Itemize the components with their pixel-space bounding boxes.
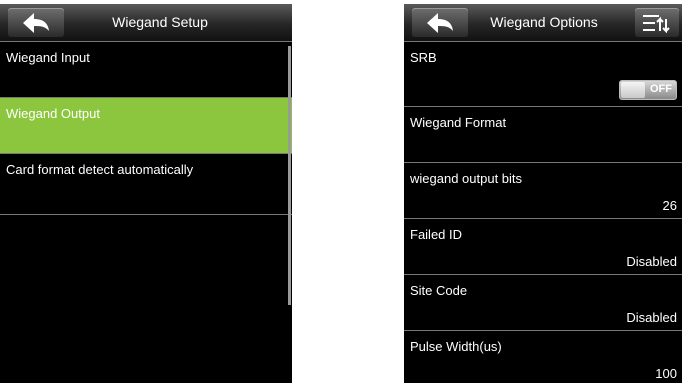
wiegand-options-screen: Wiegand Options SRB OFF Wiegand Format w… (404, 4, 682, 383)
option-value: 100 (655, 366, 677, 381)
menu-item-wiegand-output[interactable]: Wiegand Output (0, 98, 292, 154)
option-row-srb[interactable]: SRB OFF (404, 42, 682, 107)
option-label: Failed ID (410, 227, 463, 242)
page-title: Wiegand Options (490, 14, 598, 30)
menu-item-label: Wiegand Input (6, 50, 90, 65)
option-value: Disabled (626, 254, 677, 269)
option-row-wiegand-format[interactable]: Wiegand Format (404, 107, 682, 163)
option-row-pulse-width[interactable]: Pulse Width(us) 100 (404, 331, 682, 383)
page-title: Wiegand Setup (112, 14, 208, 30)
option-label: SRB (410, 50, 437, 65)
option-label: wiegand output bits (410, 171, 523, 186)
srb-toggle[interactable]: OFF (619, 80, 677, 100)
menu-button[interactable] (635, 8, 679, 37)
option-label: Pulse Width(us) (410, 339, 502, 354)
menu-item-card-format-detect[interactable]: Card format detect automatically (0, 154, 292, 215)
toggle-knob (621, 82, 645, 98)
option-label: Wiegand Format (410, 115, 507, 130)
option-label: Site Code (410, 283, 468, 298)
menu-item-label: Wiegand Output (6, 106, 100, 121)
wiegand-setup-screen: Wiegand Setup Wiegand Input Wiegand Outp… (0, 4, 292, 383)
option-value: Disabled (626, 310, 677, 325)
toggle-state-text: OFF (650, 83, 672, 95)
option-row-site-code[interactable]: Site Code Disabled (404, 275, 682, 331)
header-bar: Wiegand Setup (0, 4, 292, 42)
menu-item-label: Card format detect automatically (6, 162, 194, 177)
back-button[interactable] (8, 8, 64, 37)
option-row-failed-id[interactable]: Failed ID Disabled (404, 219, 682, 275)
back-button[interactable] (412, 8, 468, 37)
menu-item-wiegand-input[interactable]: Wiegand Input (0, 42, 292, 98)
sort-menu-icon (643, 15, 670, 33)
back-arrow-icon (23, 13, 49, 33)
scrollbar[interactable] (288, 46, 291, 305)
back-arrow-icon (427, 13, 453, 33)
option-row-wiegand-output-bits[interactable]: wiegand output bits 26 (404, 163, 682, 219)
header-bar: Wiegand Options (404, 4, 682, 42)
option-value: 26 (662, 198, 677, 213)
